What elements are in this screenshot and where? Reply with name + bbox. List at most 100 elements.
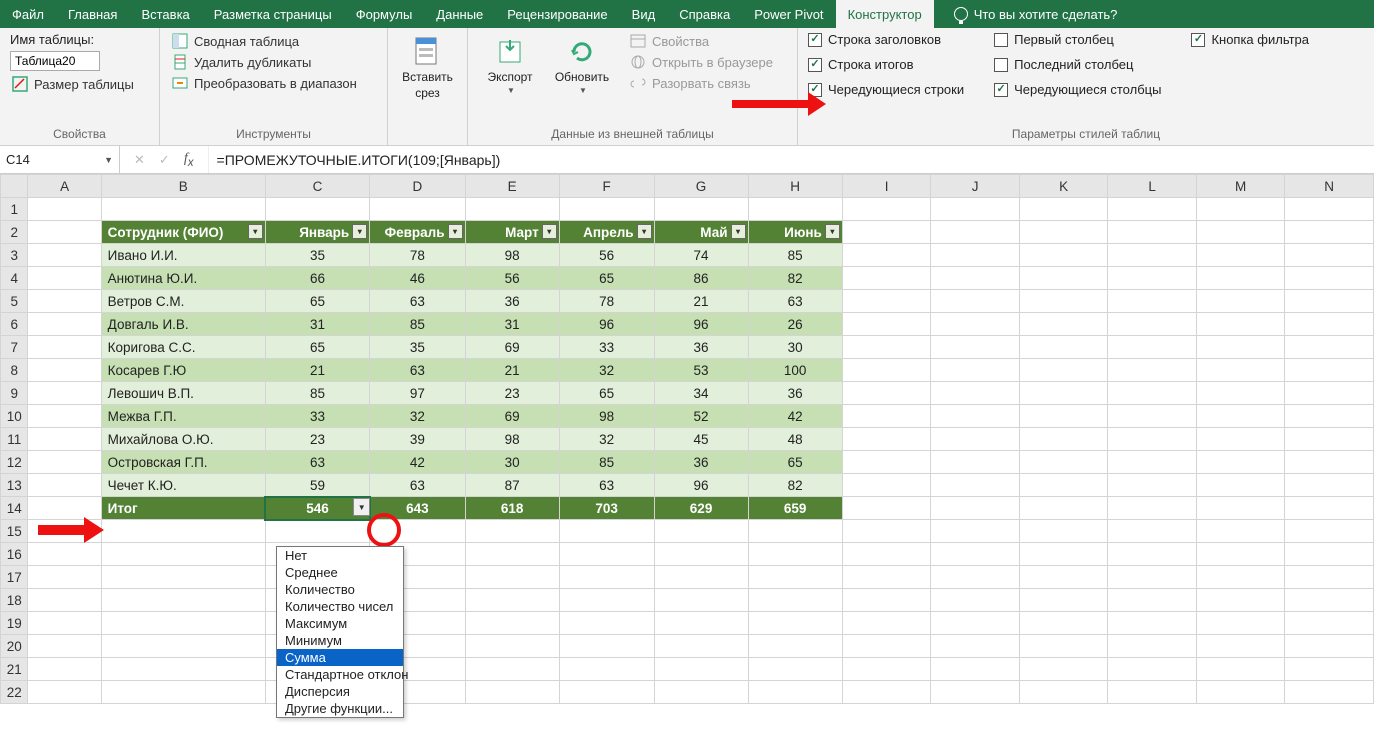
- table-cell[interactable]: 78: [370, 244, 465, 267]
- total-cell[interactable]: 618: [465, 497, 559, 520]
- table-cell[interactable]: 23: [265, 428, 369, 451]
- table-cell[interactable]: 56: [465, 267, 559, 290]
- row-header-4[interactable]: 4: [1, 267, 28, 290]
- total-cell[interactable]: 629: [654, 497, 748, 520]
- total-cell[interactable]: 659: [748, 497, 842, 520]
- table-cell[interactable]: 56: [559, 244, 654, 267]
- table-cell[interactable]: 65: [265, 336, 369, 359]
- table-cell[interactable]: 52: [654, 405, 748, 428]
- cancel-icon[interactable]: ✕: [134, 152, 145, 168]
- table-cell[interactable]: 32: [370, 405, 465, 428]
- table-cell[interactable]: 87: [465, 474, 559, 497]
- table-cell[interactable]: 63: [748, 290, 842, 313]
- row-header-22[interactable]: 22: [1, 681, 28, 704]
- filter-button-icon[interactable]: ▾: [352, 224, 367, 239]
- table-cell[interactable]: 65: [559, 382, 654, 405]
- dropdown-item[interactable]: Другие функции...: [277, 700, 403, 717]
- fx-icon[interactable]: fx: [184, 151, 194, 169]
- table-cell-name[interactable]: Ветров С.М.: [101, 290, 265, 313]
- row-header-13[interactable]: 13: [1, 474, 28, 497]
- row-header-20[interactable]: 20: [1, 635, 28, 658]
- table-cell-name[interactable]: Межва Г.П.: [101, 405, 265, 428]
- table-cell[interactable]: 21: [465, 359, 559, 382]
- row-header-3[interactable]: 3: [1, 244, 28, 267]
- table-cell[interactable]: 21: [654, 290, 748, 313]
- table-cell[interactable]: 31: [465, 313, 559, 336]
- table-cell[interactable]: 53: [654, 359, 748, 382]
- tab-view[interactable]: Вид: [620, 0, 668, 28]
- formula-bar[interactable]: =ПРОМЕЖУТОЧНЫЕ.ИТОГИ(109;[Январь]): [209, 146, 1374, 173]
- chk-banded-columns[interactable]: Чередующиеся столбцы: [994, 82, 1161, 97]
- row-header-12[interactable]: 12: [1, 451, 28, 474]
- table-cell-name[interactable]: Островская Г.П.: [101, 451, 265, 474]
- dropdown-item[interactable]: Сумма: [277, 649, 403, 666]
- resize-table-button[interactable]: Размер таблицы: [10, 75, 136, 93]
- table-cell[interactable]: 85: [370, 313, 465, 336]
- table-cell[interactable]: 34: [654, 382, 748, 405]
- filter-button-icon[interactable]: ▾: [448, 224, 463, 239]
- table-cell[interactable]: 59: [265, 474, 369, 497]
- table-cell[interactable]: 33: [559, 336, 654, 359]
- table-cell-name[interactable]: Довгаль И.В.: [101, 313, 265, 336]
- table-cell[interactable]: 100: [748, 359, 842, 382]
- enter-icon[interactable]: ✓: [159, 152, 170, 168]
- column-header-B[interactable]: B: [101, 175, 265, 198]
- row-header-6[interactable]: 6: [1, 313, 28, 336]
- table-cell[interactable]: 65: [559, 267, 654, 290]
- tab-formulas[interactable]: Формулы: [344, 0, 425, 28]
- dropdown-item[interactable]: Среднее: [277, 564, 403, 581]
- row-header-10[interactable]: 10: [1, 405, 28, 428]
- export-button[interactable]: Экспорт▼: [478, 32, 542, 95]
- dropdown-item[interactable]: Количество: [277, 581, 403, 598]
- dropdown-item[interactable]: Максимум: [277, 615, 403, 632]
- filter-button-icon[interactable]: ▾: [637, 224, 652, 239]
- column-header-L[interactable]: L: [1108, 175, 1197, 198]
- table-cell[interactable]: 85: [559, 451, 654, 474]
- row-header-21[interactable]: 21: [1, 658, 28, 681]
- pivot-table-button[interactable]: Сводная таблица: [170, 32, 359, 50]
- dropdown-item[interactable]: Нет: [277, 547, 403, 564]
- table-cell[interactable]: 82: [748, 267, 842, 290]
- tab-review[interactable]: Рецензирование: [495, 0, 619, 28]
- chk-first-column[interactable]: Первый столбец: [994, 32, 1161, 47]
- row-header-1[interactable]: 1: [1, 198, 28, 221]
- row-header-2[interactable]: 2: [1, 221, 28, 244]
- table-cell[interactable]: 36: [465, 290, 559, 313]
- table-cell-name[interactable]: Чечет К.Ю.: [101, 474, 265, 497]
- table-cell[interactable]: 65: [265, 290, 369, 313]
- table-cell[interactable]: 78: [559, 290, 654, 313]
- table-cell[interactable]: 30: [748, 336, 842, 359]
- column-header-A[interactable]: A: [28, 175, 101, 198]
- table-cell[interactable]: 46: [370, 267, 465, 290]
- total-cell[interactable]: 643: [370, 497, 465, 520]
- table-cell[interactable]: 98: [559, 405, 654, 428]
- table-cell-name[interactable]: Левошич В.П.: [101, 382, 265, 405]
- table-cell[interactable]: 85: [265, 382, 369, 405]
- row-header-17[interactable]: 17: [1, 566, 28, 589]
- row-header-18[interactable]: 18: [1, 589, 28, 612]
- chk-filter-button[interactable]: Кнопка фильтра: [1191, 32, 1309, 47]
- convert-to-range-button[interactable]: Преобразовать в диапазон: [170, 74, 359, 92]
- table-cell[interactable]: 36: [654, 451, 748, 474]
- tab-insert[interactable]: Вставка: [129, 0, 201, 28]
- table-cell[interactable]: 21: [265, 359, 369, 382]
- table-cell-name[interactable]: Анютина Ю.И.: [101, 267, 265, 290]
- table-cell[interactable]: 86: [654, 267, 748, 290]
- chk-header-row[interactable]: Строка заголовков: [808, 32, 964, 47]
- chk-last-column[interactable]: Последний столбец: [994, 57, 1161, 72]
- chk-total-row[interactable]: Строка итогов: [808, 57, 964, 72]
- table-header-3[interactable]: Март▾: [465, 221, 559, 244]
- spreadsheet-grid[interactable]: ABCDEFGHIJKLMN12Сотрудник (ФИО)▾Январь▾Ф…: [0, 174, 1374, 704]
- column-header-D[interactable]: D: [370, 175, 465, 198]
- table-cell[interactable]: 98: [465, 244, 559, 267]
- table-cell-name[interactable]: Коригова С.С.: [101, 336, 265, 359]
- remove-duplicates-button[interactable]: Удалить дубликаты: [170, 53, 359, 71]
- dropdown-item[interactable]: Количество чисел: [277, 598, 403, 615]
- filter-button-icon[interactable]: ▾: [731, 224, 746, 239]
- tab-help[interactable]: Справка: [667, 0, 742, 28]
- total-label-cell[interactable]: Итог: [101, 497, 265, 520]
- table-cell[interactable]: 35: [370, 336, 465, 359]
- tab-pagelayout[interactable]: Разметка страницы: [202, 0, 344, 28]
- table-cell[interactable]: 33: [265, 405, 369, 428]
- table-name-input[interactable]: [10, 51, 100, 71]
